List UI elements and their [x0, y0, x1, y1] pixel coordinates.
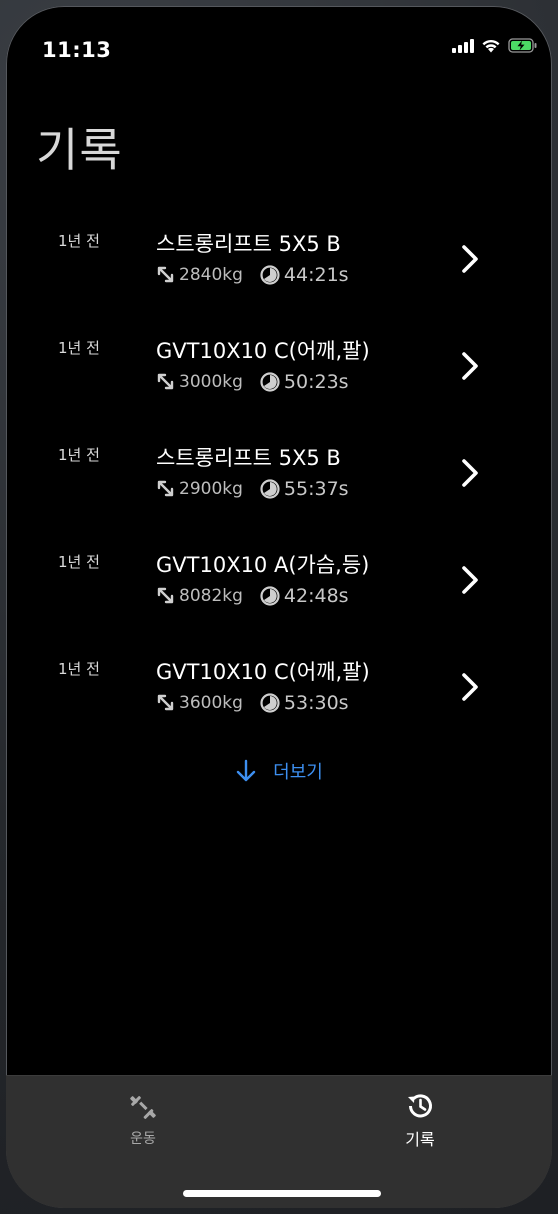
volume-value: 2840kg — [179, 265, 243, 285]
volume-value: 2900kg — [179, 479, 243, 499]
battery-charging-icon — [508, 38, 537, 53]
home-indicator — [183, 1190, 381, 1197]
chevron-right-icon[interactable] — [458, 242, 482, 276]
history-row-title: GVT10X10 C(어깨,팔) — [156, 339, 370, 363]
tab-workout[interactable]: 운동 — [83, 1090, 203, 1148]
history-row-stats: 8082kg 42:48s — [156, 585, 349, 607]
duration-value: 42:48s — [283, 585, 349, 607]
tab-bar: 운동 기록 — [6, 1075, 552, 1208]
dumbbell-icon — [130, 1096, 156, 1119]
duration-value: 55:37s — [283, 478, 349, 500]
history-row-time: 1년 전 — [58, 232, 100, 250]
cellular-signal-icon — [452, 38, 474, 53]
history-row-title: GVT10X10 C(어깨,팔) — [156, 660, 370, 684]
load-more-button[interactable]: 더보기 — [6, 758, 552, 784]
volume-value: 3000kg — [179, 372, 243, 392]
chevron-right-icon[interactable] — [458, 670, 482, 704]
volume-stat: 2840kg — [156, 265, 243, 285]
history-row-time: 1년 전 — [58, 660, 100, 678]
tab-workout-label: 운동 — [130, 1131, 156, 1147]
timer-icon — [260, 265, 280, 285]
phone-screen: 11:13 기록 1년 전 스트롱리프트 5X5 B 2840kg 44:21s… — [6, 6, 552, 1208]
tab-history[interactable]: 기록 — [360, 1090, 480, 1150]
duration-stat: 50:23s — [259, 371, 349, 393]
load-more-label: 더보기 — [273, 762, 323, 783]
duration-stat: 42:48s — [259, 585, 349, 607]
timer-icon — [260, 479, 280, 499]
history-row[interactable]: 1년 전 스트롱리프트 5X5 B 2840kg 44:21s — [6, 216, 552, 323]
duration-stat: 53:30s — [259, 692, 349, 714]
timer-icon — [260, 693, 280, 713]
status-bar: 11:13 — [6, 6, 552, 86]
volume-stat: 2900kg — [156, 479, 243, 499]
duration-stat: 44:21s — [259, 264, 349, 286]
volume-icon — [157, 266, 174, 283]
volume-icon — [157, 373, 174, 390]
wifi-icon — [482, 39, 500, 53]
history-row[interactable]: 1년 전 스트롱리프트 5X5 B 2900kg 55:37s — [6, 430, 552, 537]
chevron-right-icon[interactable] — [458, 563, 482, 597]
status-time: 11:13 — [42, 38, 112, 62]
history-row-time: 1년 전 — [58, 446, 100, 464]
history-row-time: 1년 전 — [58, 553, 100, 571]
history-row-stats: 3000kg 50:23s — [156, 371, 349, 393]
duration-value: 44:21s — [283, 264, 349, 286]
volume-icon — [157, 587, 174, 604]
page-title: 기록 — [36, 123, 123, 177]
history-clock-icon — [408, 1094, 432, 1118]
history-row[interactable]: 1년 전 GVT10X10 A(가슴,등) 8082kg 42:48s — [6, 537, 552, 644]
timer-icon — [260, 372, 280, 392]
duration-value: 53:30s — [283, 692, 349, 714]
tab-history-label: 기록 — [405, 1130, 435, 1149]
history-list: 1년 전 스트롱리프트 5X5 B 2840kg 44:21s 1년 전 GVT… — [6, 216, 552, 751]
history-row-title: 스트롱리프트 5X5 B — [156, 232, 341, 256]
arrow-down-icon — [236, 759, 256, 782]
volume-value: 8082kg — [179, 586, 243, 606]
chevron-right-icon[interactable] — [458, 349, 482, 383]
history-row-stats: 2840kg 44:21s — [156, 264, 349, 286]
history-row-title: GVT10X10 A(가슴,등) — [156, 553, 370, 577]
history-row[interactable]: 1년 전 GVT10X10 C(어깨,팔) 3600kg 53:30s — [6, 644, 552, 751]
volume-stat: 3600kg — [156, 693, 243, 713]
chevron-right-icon[interactable] — [458, 456, 482, 490]
history-row-stats: 3600kg 53:30s — [156, 692, 349, 714]
volume-value: 3600kg — [179, 693, 243, 713]
history-row[interactable]: 1년 전 GVT10X10 C(어깨,팔) 3000kg 50:23s — [6, 323, 552, 430]
history-row-time: 1년 전 — [58, 339, 100, 357]
volume-stat: 3000kg — [156, 372, 243, 392]
status-icons — [452, 38, 538, 53]
volume-icon — [157, 694, 174, 711]
volume-icon — [157, 480, 174, 497]
history-row-stats: 2900kg 55:37s — [156, 478, 349, 500]
volume-stat: 8082kg — [156, 586, 243, 606]
duration-value: 50:23s — [283, 371, 349, 393]
timer-icon — [260, 586, 280, 606]
duration-stat: 55:37s — [259, 478, 349, 500]
history-row-title: 스트롱리프트 5X5 B — [156, 446, 341, 470]
